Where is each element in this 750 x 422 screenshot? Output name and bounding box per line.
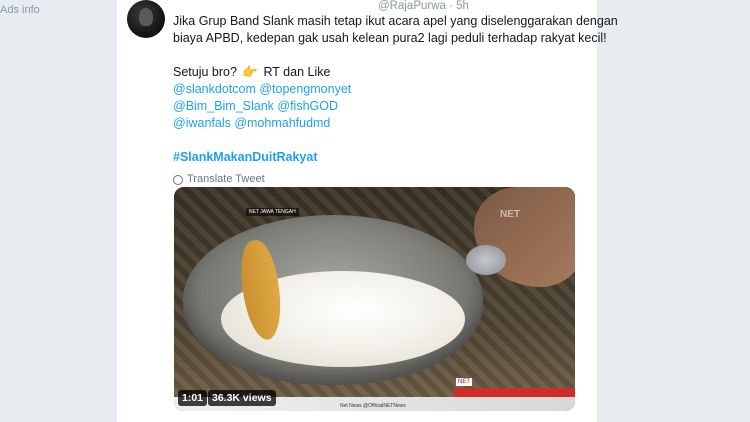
tweet-question-line: Setuju bro? 👉 RT dan Like [173, 64, 583, 81]
ads-info-link[interactable]: Ads info [0, 4, 40, 16]
avatar[interactable] [127, 0, 165, 38]
video-bowl [183, 215, 483, 385]
video-frame: NET JAWA TENGAH NET NET Net News @Offici… [174, 187, 575, 411]
tweet-text-line: biaya APBD, kedepan gak usah kelean pura… [173, 31, 607, 45]
channel-tag: NET JAWA TENGAH [246, 208, 299, 216]
tweet-call-to-action: RT dan Like [263, 65, 331, 79]
hashtag-link[interactable]: #SlankMakanDuitRakyat [173, 149, 583, 166]
mention-link-row[interactable]: @Bim_Bim_Slank @fishGOD [173, 98, 583, 115]
tweet-text-line: Jika Grup Band Slank masih tetap ikut ac… [173, 14, 618, 28]
video-cup [466, 245, 506, 275]
translate-tweet-button[interactable]: Translate Tweet [173, 171, 583, 188]
video-views-badge: 36.3K views [208, 390, 276, 406]
video-duration-badge: 1:01 [178, 390, 208, 406]
tweet-question: Setuju bro? [173, 65, 237, 79]
avatar-figure [139, 8, 153, 26]
globe-icon [173, 174, 183, 185]
translate-tweet-label: Translate Tweet [187, 173, 265, 185]
video-player[interactable]: NET JAWA TENGAH NET NET Net News @Offici… [174, 187, 575, 411]
tweet-header[interactable]: @RajaPurwa · 5h [378, 0, 469, 12]
mention-link-row[interactable]: @iwanfals @mohmahfudmd [173, 115, 583, 132]
pointing-hand-icon: 👉 [242, 65, 258, 79]
tweet-text: Jika Grup Band Slank masih tetap ikut ac… [173, 13, 618, 188]
mention-link-row[interactable]: @slankdotcom @topengmonyet [173, 81, 583, 98]
tweet-card[interactable]: @RajaPurwa · 5h Jika Grup Band Slank mas… [116, 0, 618, 422]
ticker-text: Net News @OfficialNETNews [340, 403, 406, 409]
net-logo: NET [456, 378, 472, 386]
video-watermark: NET [500, 209, 520, 220]
